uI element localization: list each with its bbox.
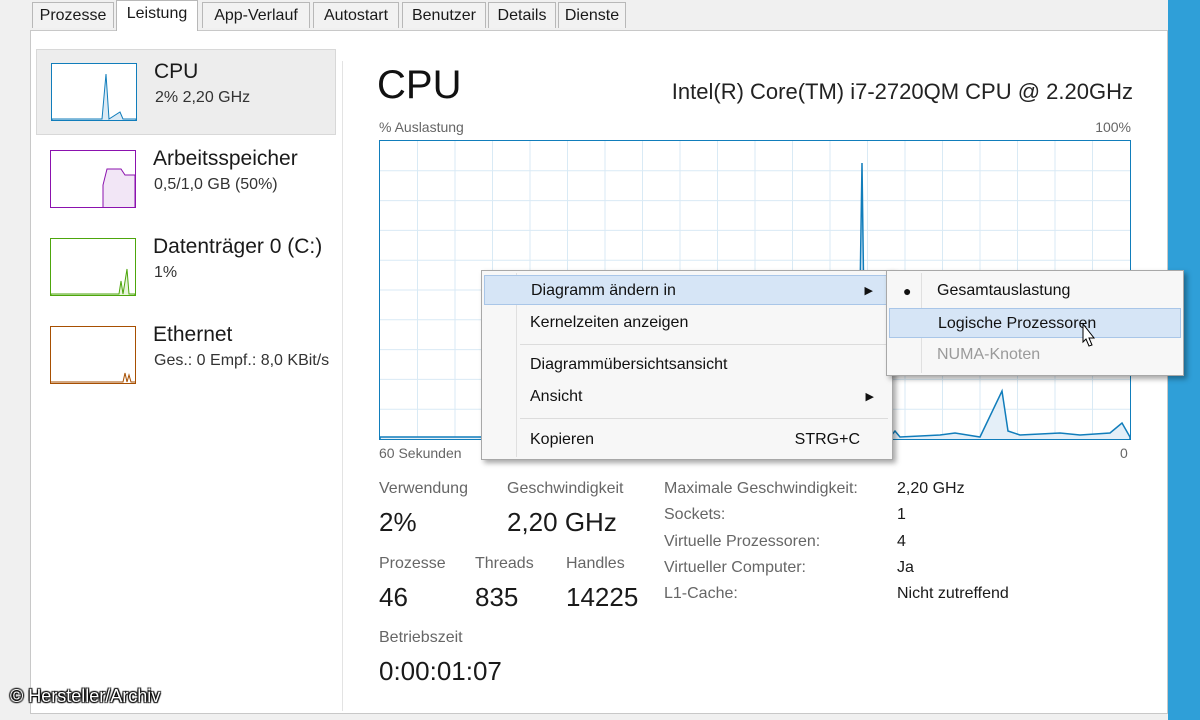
menu-item-summary-view[interactable]: Diagrammübersichtsansicht xyxy=(484,350,890,380)
menu-item-label: Diagramm ändern in xyxy=(531,282,676,299)
info-key: L1-Cache: xyxy=(664,585,738,602)
ethernet-mini-graph-line xyxy=(51,372,135,383)
sidebar-item-sub: 1% xyxy=(154,264,178,281)
menu-item-label: Diagrammübersichtsansicht xyxy=(530,356,728,373)
submenu: ● Gesamtauslastung Logische Prozessoren … xyxy=(886,270,1184,376)
sidebar-item-label: CPU xyxy=(154,60,199,83)
menu-item-label: Kopieren xyxy=(530,431,595,448)
cpu-model: Intel(R) Core(TM) i7-2720QM CPU @ 2.20GH… xyxy=(671,79,1133,104)
sidebar-item-memory[interactable]: Arbeitsspeicher 0,5/1,0 GB (50%) xyxy=(36,137,336,223)
menu-item-kernel-times[interactable]: Kernelzeiten anzeigen xyxy=(484,308,890,338)
submenu-item-numa-nodes[interactable]: NUMA-Knoten xyxy=(889,340,1181,370)
tab-prozesse[interactable]: Prozesse xyxy=(32,2,114,28)
memory-mini-graph xyxy=(50,150,136,208)
info-key: Virtueller Computer: xyxy=(664,559,806,576)
usage-value: 2% xyxy=(379,507,417,537)
uptime-value: 0:00:01:07 xyxy=(379,656,502,686)
sidebar-item-label: Datenträger 0 (C:) xyxy=(153,235,323,258)
processes-value: 46 xyxy=(379,582,408,612)
graph-x-left-label: 60 Sekunden xyxy=(379,445,462,461)
cpu-mini-graph-line xyxy=(52,73,136,120)
menu-item-label: Ansicht xyxy=(530,388,583,405)
submenu-item-logical-processors[interactable]: Logische Prozessoren xyxy=(889,308,1181,338)
tab-details[interactable]: Details xyxy=(488,2,556,28)
mouse-cursor-icon xyxy=(1082,322,1096,347)
watermark: © Hersteller/Archiv xyxy=(10,686,161,706)
info-value: Ja xyxy=(897,559,914,576)
threads-label: Threads xyxy=(475,555,534,572)
menu-item-label: Kernelzeiten anzeigen xyxy=(530,314,689,331)
sidebar-item-sub: Ges.: 0 Empf.: 8,0 KBit/s xyxy=(154,352,330,369)
sidebar-item-label: Arbeitsspeicher xyxy=(153,147,298,170)
info-value: 4 xyxy=(897,533,906,550)
graph-y-max-label: 100% xyxy=(1095,119,1131,135)
disk-mini-graph xyxy=(50,238,136,296)
menu-item-change-graph[interactable]: Diagramm ändern in ▶ xyxy=(484,275,890,305)
info-value: 1 xyxy=(897,506,906,523)
tab-autostart[interactable]: Autostart xyxy=(313,2,399,28)
sidebar-item-sub: 0,5/1,0 GB (50%) xyxy=(154,176,278,193)
handles-value: 14225 xyxy=(566,582,639,612)
sidebar-item-sub: 2% 2,20 GHz xyxy=(155,89,251,106)
memory-mini-graph-line xyxy=(102,168,135,207)
uptime-label: Betriebszeit xyxy=(379,629,463,646)
tab-leistung[interactable]: Leistung xyxy=(116,0,198,31)
menu-item-label: Logische Prozessoren xyxy=(938,315,1097,332)
menu-item-shortcut: STRG+C xyxy=(794,431,860,448)
ethernet-mini-graph xyxy=(50,326,136,384)
graph-y-label: % Auslastung xyxy=(379,119,464,135)
cpu-mini-graph xyxy=(51,63,137,121)
sidebar-item-label: Ethernet xyxy=(153,323,233,346)
sidebar: CPU 2% 2,20 GHz Arbeitsspeicher 0,5/1,0 … xyxy=(31,31,343,713)
info-value: 2,20 GHz xyxy=(897,480,965,497)
sidebar-item-ethernet[interactable]: Ethernet Ges.: 0 Empf.: 8,0 KBit/s xyxy=(36,313,336,399)
page-title: CPU xyxy=(377,63,462,107)
tab-bar: Prozesse Leistung App-Verlauf Autostart … xyxy=(0,0,1170,31)
submenu-arrow-icon: ▶ xyxy=(864,285,873,297)
speed-value: 2,20 GHz xyxy=(507,507,617,537)
info-key: Virtuelle Prozessoren: xyxy=(664,533,821,550)
info-value: Nicht zutreffend xyxy=(897,585,1009,602)
tab-app-verlauf[interactable]: App-Verlauf xyxy=(202,2,310,28)
graph-x-right-label: 0 xyxy=(1120,445,1128,461)
info-key: Maximale Geschwindigkeit: xyxy=(664,480,858,497)
sidebar-item-cpu[interactable]: CPU 2% 2,20 GHz xyxy=(36,49,336,135)
speed-label: Geschwindigkeit xyxy=(507,480,624,497)
submenu-arrow-icon: ▶ xyxy=(865,391,874,403)
handles-label: Handles xyxy=(566,555,625,572)
tab-dienste[interactable]: Dienste xyxy=(558,2,626,28)
tab-benutzer[interactable]: Benutzer xyxy=(402,2,486,28)
info-key: Sockets: xyxy=(664,506,726,523)
context-menu: Diagramm ändern in ▶ Kernelzeiten anzeig… xyxy=(481,270,893,460)
usage-label: Verwendung xyxy=(379,480,468,497)
threads-value: 835 xyxy=(475,582,519,612)
disk-mini-graph-line xyxy=(51,268,135,295)
menu-item-copy[interactable]: Kopieren STRG+C xyxy=(484,425,890,455)
menu-item-label: Gesamtauslastung xyxy=(937,282,1071,299)
menu-item-label: NUMA-Knoten xyxy=(937,346,1041,363)
menu-item-view[interactable]: Ansicht ▶ xyxy=(484,382,890,412)
sidebar-item-disk[interactable]: Datenträger 0 (C:) 1% xyxy=(36,225,336,311)
radio-bullet-icon: ● xyxy=(903,283,912,299)
processes-label: Prozesse xyxy=(379,555,446,572)
submenu-item-overall[interactable]: ● Gesamtauslastung xyxy=(889,276,1181,306)
menu-separator xyxy=(520,418,888,419)
menu-separator xyxy=(520,344,888,345)
